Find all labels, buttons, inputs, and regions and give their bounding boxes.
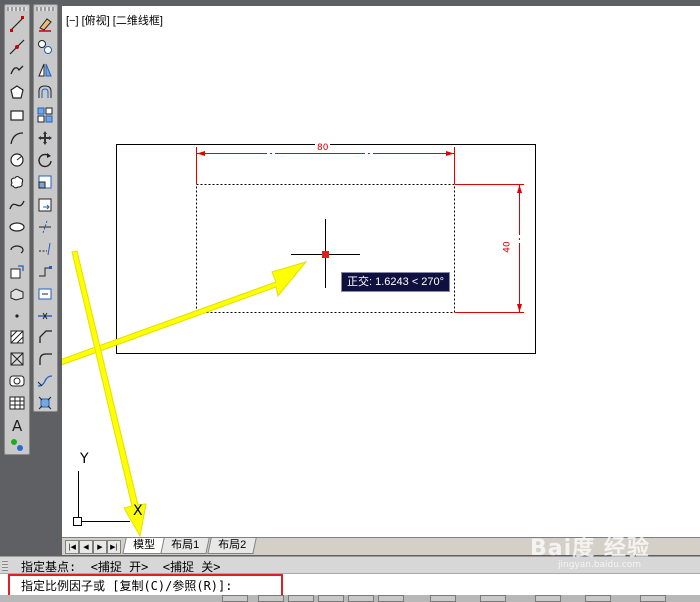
add-selected-icon[interactable] xyxy=(8,436,26,454)
polar-tracking-tooltip: 正交: 1.6243 < 270° xyxy=(341,272,451,292)
status-toggle[interactable] xyxy=(535,595,561,602)
trim-icon[interactable] xyxy=(36,218,54,236)
status-toggle[interactable] xyxy=(348,595,374,602)
ellipse-icon[interactable] xyxy=(8,218,26,236)
status-toggle[interactable] xyxy=(288,595,314,602)
status-toggle[interactable] xyxy=(318,595,344,602)
last-tab-button[interactable]: ▶| xyxy=(107,540,121,554)
move-icon[interactable] xyxy=(36,129,54,147)
region-icon[interactable] xyxy=(8,372,26,390)
drawing-area[interactable]: [−] [俯视] [二维线框] 80 40 正交: 1.6243 < 270° … xyxy=(62,6,700,538)
first-tab-button[interactable]: |◀ xyxy=(65,540,79,554)
tab-layout1[interactable]: 布局1 xyxy=(160,538,210,554)
table-icon[interactable] xyxy=(8,394,26,412)
watermark-url: jingyan.baidu.com xyxy=(558,560,642,570)
join-icon[interactable] xyxy=(36,307,54,325)
vertical-dimension-text: 40 xyxy=(502,241,513,253)
erase-icon[interactable] xyxy=(36,15,54,33)
array-icon[interactable] xyxy=(36,106,54,124)
annotation-arrows xyxy=(62,250,308,538)
ucs-icon xyxy=(73,471,130,526)
status-toggle[interactable] xyxy=(378,595,404,602)
blend-curves-icon[interactable] xyxy=(36,372,54,390)
hatch-icon[interactable] xyxy=(8,328,26,346)
status-bar xyxy=(0,595,700,602)
mirror-icon[interactable] xyxy=(36,61,54,79)
construction-line-icon[interactable] xyxy=(8,38,26,56)
vertical-dimension xyxy=(455,184,524,313)
offset-icon[interactable] xyxy=(36,83,54,101)
baidu-watermark: Bai度 经验 jingyan.baidu.com xyxy=(530,530,650,570)
next-tab-button[interactable]: ▶ xyxy=(93,540,107,554)
tab-layout2[interactable]: 布局2 xyxy=(207,538,257,554)
toolbar-grip[interactable] xyxy=(7,7,27,11)
insert-block-icon[interactable] xyxy=(8,263,26,281)
watermark-brand: Bai度 经验 xyxy=(530,536,650,561)
polygon-icon[interactable] xyxy=(8,83,26,101)
arc-icon[interactable] xyxy=(8,129,26,147)
stretch-icon[interactable] xyxy=(36,196,54,214)
status-toggle[interactable] xyxy=(430,595,456,602)
explode-icon[interactable] xyxy=(36,394,54,412)
make-block-icon[interactable] xyxy=(8,285,26,303)
command-line[interactable]: 指定比例因子或 [复制(C)/参照(R)]: xyxy=(0,573,700,597)
polyline-icon[interactable] xyxy=(8,61,26,79)
toolbar-grip[interactable] xyxy=(36,7,55,11)
snap-marker xyxy=(322,251,329,258)
status-toggle[interactable] xyxy=(480,595,506,602)
ucs-x-label: X xyxy=(133,503,143,519)
tab-model[interactable]: 模型 xyxy=(122,538,166,554)
break-icon[interactable] xyxy=(36,285,54,303)
revision-cloud-icon[interactable] xyxy=(8,173,26,191)
rectangle-icon[interactable] xyxy=(8,106,26,124)
prev-tab-button[interactable]: ◀ xyxy=(79,540,93,554)
rotate-icon[interactable] xyxy=(36,151,54,169)
fillet-icon[interactable] xyxy=(36,350,54,368)
ucs-y-label: Y xyxy=(80,451,89,467)
multiline-text-icon[interactable]: A xyxy=(8,416,26,434)
modify-toolbar xyxy=(33,4,58,412)
spline-icon[interactable] xyxy=(8,196,26,214)
svg-text:A: A xyxy=(12,417,23,433)
gradient-icon[interactable] xyxy=(8,350,26,368)
command-prompt: 指定比例因子或 [复制(C)/参照(R)]: xyxy=(21,579,233,593)
horizontal-dimension-text: 80 xyxy=(315,143,331,153)
draw-toolbar: A xyxy=(4,4,30,455)
status-toggle[interactable] xyxy=(585,595,611,602)
chamfer-icon[interactable] xyxy=(36,328,54,346)
extend-icon[interactable] xyxy=(36,240,54,258)
copy-icon[interactable] xyxy=(36,38,54,56)
status-toggle[interactable] xyxy=(640,595,666,602)
point-icon[interactable] xyxy=(8,307,26,325)
status-toggle[interactable] xyxy=(258,595,284,602)
break-at-point-icon[interactable] xyxy=(36,263,54,281)
command-grip[interactable] xyxy=(2,560,8,571)
ellipse-arc-icon[interactable] xyxy=(8,240,26,258)
status-toggle[interactable] xyxy=(222,595,248,602)
circle-icon[interactable] xyxy=(8,151,26,169)
line-icon[interactable] xyxy=(8,15,26,33)
scale-icon[interactable] xyxy=(36,173,54,191)
